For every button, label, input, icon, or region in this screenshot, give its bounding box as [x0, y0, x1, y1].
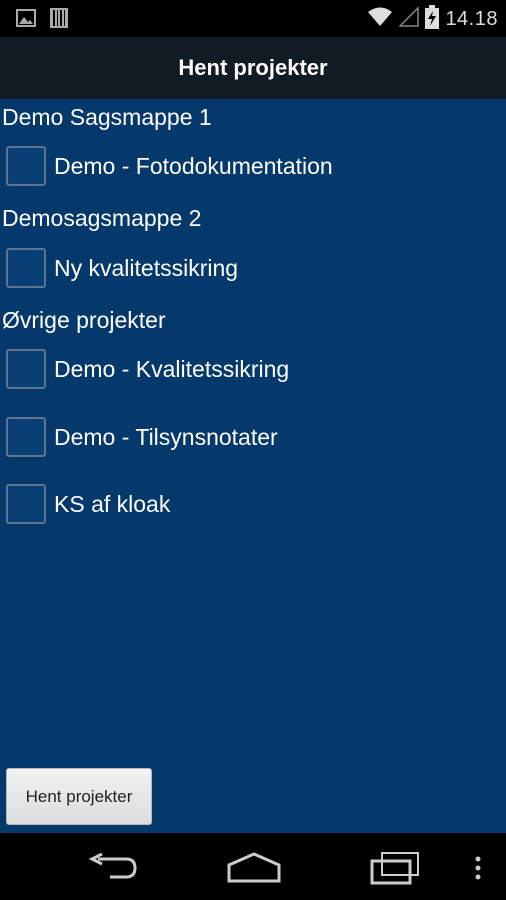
project-item[interactable]: Demo - Kvalitetssikring	[6, 349, 289, 389]
group-header: Øvrige projekter	[2, 307, 166, 333]
fetch-projects-button[interactable]: Hent projekter	[6, 768, 152, 825]
project-list: Demo Sagsmappe 1 Demo - Fotodokumentatio…	[0, 99, 506, 833]
project-label: Demo - Fotodokumentation	[54, 152, 333, 179]
image-icon	[16, 9, 36, 32]
project-label: Demo - Kvalitetssikring	[54, 355, 290, 382]
project-label: Demo - Tilsynsnotater	[54, 423, 278, 450]
project-item[interactable]: KS af kloak	[6, 484, 170, 524]
group-header: Demosagsmappe 2	[2, 205, 202, 231]
project-checkbox[interactable]	[6, 146, 46, 186]
project-checkbox[interactable]	[6, 417, 46, 457]
battery-charging-icon	[425, 4, 440, 34]
project-item[interactable]: Demo - Fotodokumentation	[6, 146, 333, 186]
navigation-bar	[0, 833, 506, 900]
project-checkbox[interactable]	[6, 248, 46, 288]
signal-icon	[398, 5, 420, 32]
page-title: Hent projekter	[0, 37, 506, 99]
project-checkbox[interactable]	[6, 349, 46, 389]
project-item[interactable]: Ny kvalitetssikring	[6, 248, 238, 288]
project-label: Ny kvalitetssikring	[54, 254, 239, 281]
project-checkbox[interactable]	[6, 484, 46, 524]
project-label: KS af kloak	[54, 490, 171, 517]
barcode-icon	[50, 8, 68, 33]
clock: 14.18	[445, 7, 498, 30]
status-bar: 14.18	[0, 0, 506, 37]
group-header: Demo Sagsmappe 1	[2, 104, 212, 130]
project-item[interactable]: Demo - Tilsynsnotater	[6, 417, 278, 457]
wifi-icon	[367, 7, 393, 32]
